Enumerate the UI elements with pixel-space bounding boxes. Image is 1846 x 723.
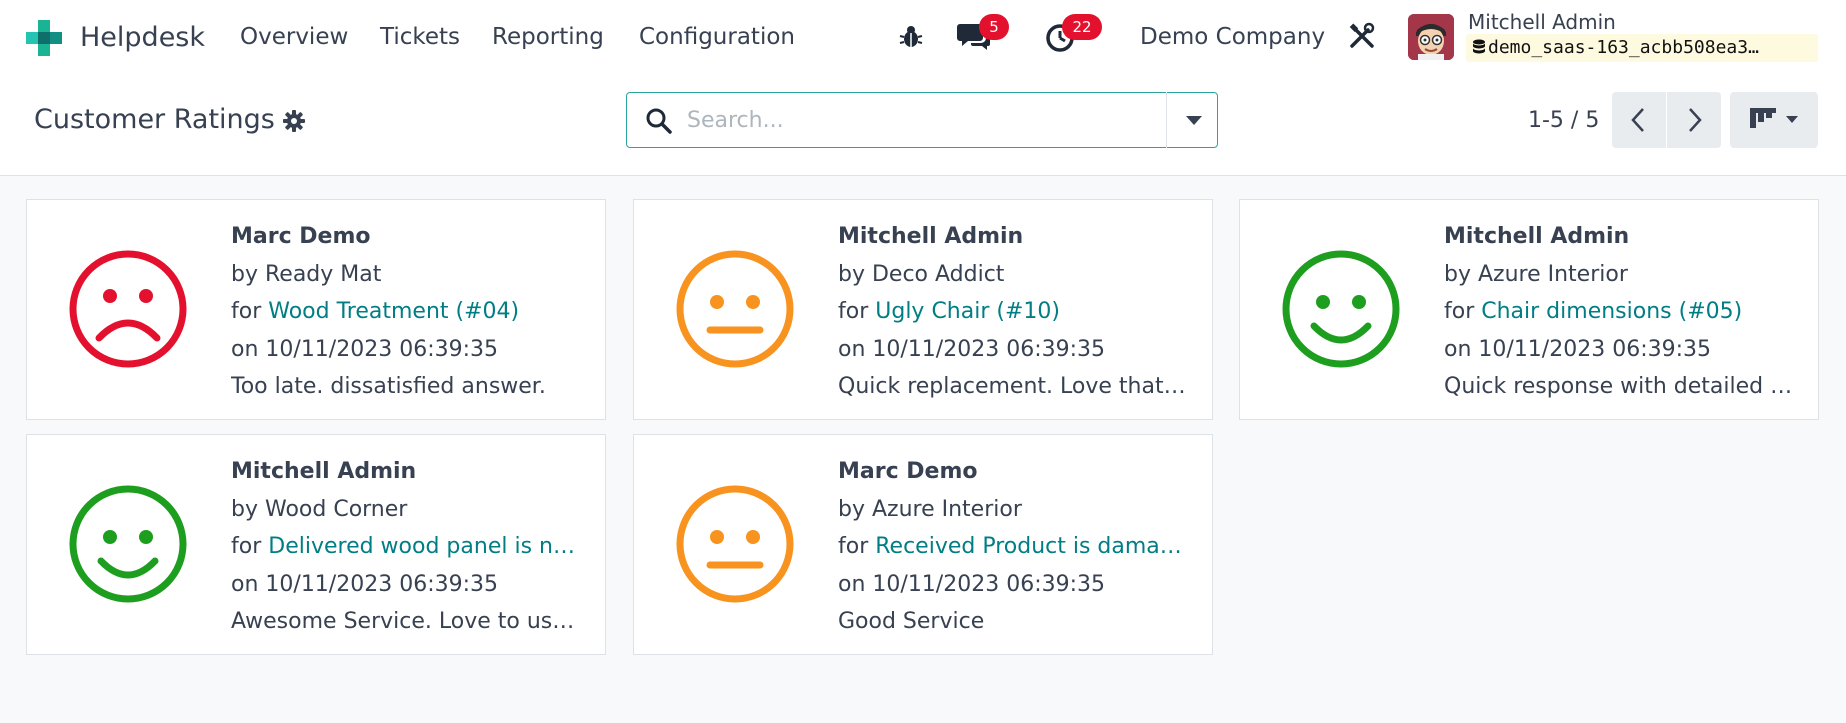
partner-name: Deco Addict [871, 261, 1005, 287]
rated-on-line: on 10/11/2023 06:39:35 [1444, 336, 1712, 362]
rated-user-name: Mitchell Admin [838, 224, 1024, 249]
rating-feedback: Awesome Service. Love to us… [231, 609, 575, 634]
rating-feedback: Too late. dissatisfied answer. [231, 374, 546, 399]
pager-previous-button[interactable] [1612, 92, 1666, 148]
rating-card-details: Marc Demo by Ready Mat for Wood Treatmen… [231, 218, 591, 406]
messages-count-badge: 5 [979, 14, 1009, 40]
activities-count-badge: 22 [1062, 14, 1102, 40]
rating-satisfied-icon [69, 485, 187, 603]
chevron-left-icon [1631, 108, 1644, 132]
page-title[interactable]: Customer Ratings [34, 104, 275, 135]
app-name[interactable]: Helpdesk [80, 22, 205, 53]
partner-name: Ready Mat [264, 261, 382, 287]
rating-okay-icon [676, 485, 794, 603]
user-name[interactable]: Mitchell Admin [1468, 10, 1616, 34]
rating-date: 10/11/2023 06:39:35 [1478, 336, 1712, 362]
menu-configuration[interactable]: Configuration [639, 24, 795, 50]
rating-dissatisfied-icon [69, 250, 187, 368]
partner-name: Azure Interior [1477, 261, 1628, 287]
rating-card[interactable]: Marc Demo by Azure Interior for Received… [633, 434, 1213, 655]
pager-value[interactable]: 1-5 / 5 [1528, 108, 1599, 133]
rating-card[interactable]: Marc Demo by Ready Mat for Wood Treatmen… [26, 199, 606, 420]
rating-feedback: Quick response with detailed … [1444, 374, 1793, 399]
menu-reporting[interactable]: Reporting [492, 24, 604, 50]
rated-for-line: for Received Product is dama… [838, 534, 1182, 559]
rating-card-details: Mitchell Admin by Azure Interior for Cha… [1444, 218, 1804, 406]
rating-satisfied-icon [1282, 250, 1400, 368]
ticket-link[interactable]: Chair dimensions (#05) [1481, 299, 1742, 324]
rated-by-line: by Azure Interior [838, 496, 1022, 522]
rated-by-line: by Azure Interior [1444, 261, 1628, 287]
rated-on-line: on 10/11/2023 06:39:35 [838, 571, 1106, 597]
ticket-link[interactable]: Delivered wood panel is n… [268, 534, 575, 559]
rated-on-line: on 10/11/2023 06:39:35 [838, 336, 1106, 362]
rated-user-name: Mitchell Admin [231, 459, 417, 484]
rated-on-line: on 10/11/2023 06:39:35 [231, 336, 499, 362]
chevron-right-icon [1689, 108, 1702, 132]
rating-card[interactable]: Mitchell Admin by Deco Addict for Ugly C… [633, 199, 1213, 420]
main-navbar: Helpdesk Overview Tickets Reporting Conf… [0, 0, 1846, 76]
menu-tickets[interactable]: Tickets [380, 24, 460, 50]
pager-next-button[interactable] [1667, 92, 1721, 148]
rated-by-line: by Ready Mat [231, 261, 382, 287]
rated-user-name: Marc Demo [231, 224, 371, 249]
database-name: demo_saas-163_acbb508ea3… [1466, 34, 1818, 62]
ticket-link[interactable]: Wood Treatment (#04) [268, 299, 519, 324]
control-panel: Customer Ratings 1-5 / 5 [0, 76, 1846, 176]
search-input[interactable] [687, 101, 1187, 139]
gear-icon[interactable] [282, 109, 306, 133]
rating-date: 10/11/2023 06:39:35 [872, 336, 1106, 362]
rating-date: 10/11/2023 06:39:35 [265, 336, 499, 362]
ticket-link[interactable]: Received Product is dama… [875, 534, 1182, 559]
search-bar [626, 92, 1218, 148]
rated-for-line: for Delivered wood panel is n… [231, 534, 575, 559]
rating-card-details: Mitchell Admin by Deco Addict for Ugly C… [838, 218, 1198, 406]
view-switcher-button[interactable] [1730, 92, 1818, 148]
user-avatar-image [1408, 14, 1454, 60]
rated-for-line: for Chair dimensions (#05) [1444, 299, 1743, 324]
database-name-text: demo_saas-163_acbb508ea3… [1488, 37, 1759, 58]
search-options-toggle[interactable] [1166, 92, 1218, 148]
rated-user-name: Mitchell Admin [1444, 224, 1630, 249]
rated-user-name: Marc Demo [838, 459, 978, 484]
rating-card-details: Mitchell Admin by Wood Corner for Delive… [231, 453, 591, 641]
rating-okay-icon [676, 250, 794, 368]
rating-feedback: Quick replacement. Love that… [838, 374, 1186, 399]
database-icon [1473, 39, 1485, 54]
ratings-kanban: Marc Demo by Ready Mat for Wood Treatmen… [0, 177, 1846, 723]
ticket-link[interactable]: Ugly Chair (#10) [875, 299, 1060, 324]
caret-down-icon [1186, 116, 1202, 125]
search-icon[interactable] [645, 107, 673, 135]
rated-for-line: for Ugly Chair (#10) [838, 299, 1060, 324]
debug-tools-icon[interactable] [1348, 22, 1376, 50]
helpdesk-app-icon[interactable] [24, 18, 64, 58]
partner-name: Azure Interior [871, 496, 1022, 522]
company-switcher[interactable]: Demo Company [1140, 24, 1325, 50]
rating-feedback: Good Service [838, 609, 985, 634]
rated-by-line: by Deco Addict [838, 261, 1005, 287]
rating-card[interactable]: Mitchell Admin by Azure Interior for Cha… [1239, 199, 1819, 420]
rating-card-details: Marc Demo by Azure Interior for Received… [838, 453, 1198, 641]
kanban-view-icon [1750, 108, 1798, 128]
rated-on-line: on 10/11/2023 06:39:35 [231, 571, 499, 597]
user-avatar[interactable] [1408, 14, 1454, 60]
partner-name: Wood Corner [264, 496, 408, 522]
rating-date: 10/11/2023 06:39:35 [265, 571, 499, 597]
menu-overview[interactable]: Overview [240, 24, 348, 50]
rated-by-line: by Wood Corner [231, 496, 408, 522]
rating-date: 10/11/2023 06:39:35 [872, 571, 1106, 597]
bug-icon[interactable] [898, 24, 924, 50]
rating-card[interactable]: Mitchell Admin by Wood Corner for Delive… [26, 434, 606, 655]
rated-for-line: for Wood Treatment (#04) [231, 299, 520, 324]
